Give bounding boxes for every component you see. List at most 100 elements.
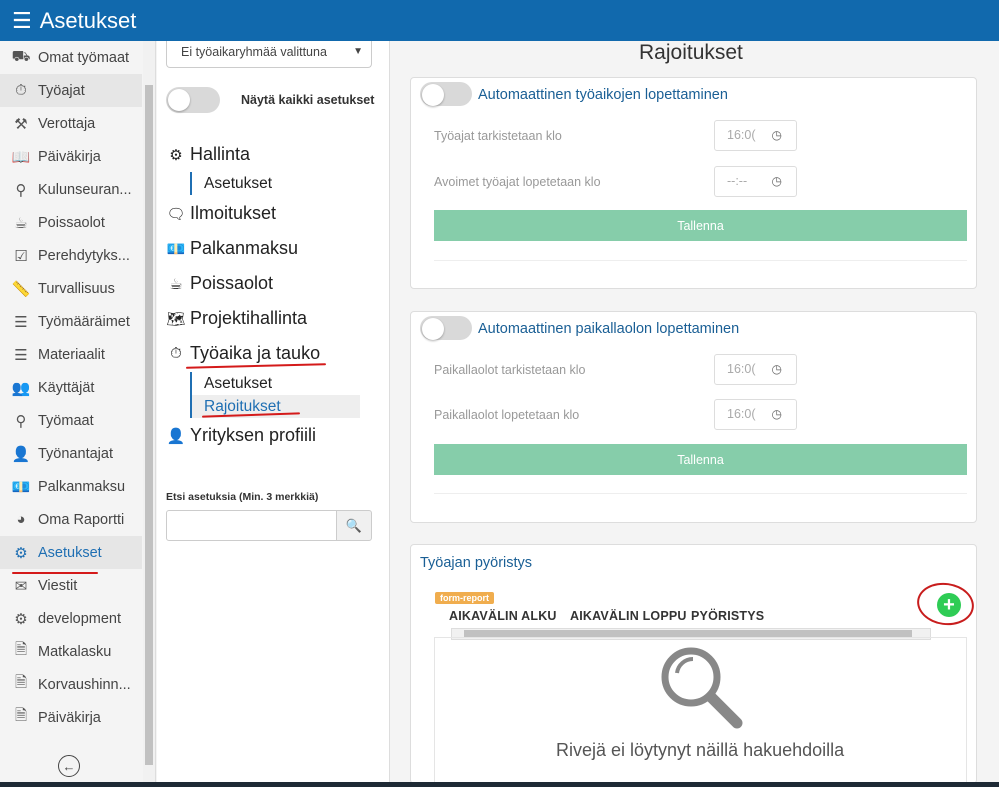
column-header[interactable]: PYÖRISTYS: [691, 609, 764, 623]
sidebar-item-11[interactable]: ⚲ Työmaat: [0, 404, 142, 437]
construction-icon: ⛟: [11, 48, 31, 65]
nav-group-label: Projektihallinta: [190, 308, 308, 328]
nav-group-palkanmaksu[interactable]: 💶 Palkanmaksu: [166, 238, 298, 259]
field-label: Avoimet työajat lopetetaan klo: [434, 175, 601, 189]
nav-group-label: Hallinta: [190, 144, 251, 164]
sidebar-item-label: Oma Raportti: [38, 511, 125, 528]
sidebar-item-3[interactable]: 📖 Päiväkirja: [0, 140, 142, 173]
divider: [434, 493, 967, 494]
user-icon: 👤: [166, 427, 186, 445]
list-icon: ☰: [14, 313, 28, 331]
sidebar-item-20[interactable]: 🗎 Päiväkirja: [0, 701, 142, 734]
nav-group-label: Yrityksen profiili: [190, 425, 317, 445]
sidebar-item-8[interactable]: ☰ Työmääräimet: [0, 305, 142, 338]
sidebar-item-label: Materiaalit: [38, 346, 105, 363]
pie-chart-icon: ◕: [16, 511, 26, 528]
nav-group-ilmoitukset[interactable]: 🗨 Ilmoitukset: [166, 203, 276, 224]
sidebar-item-5[interactable]: ☕ Poissaolot: [0, 206, 142, 239]
envelope-icon: ✉: [14, 577, 28, 595]
sidebar-item-label: Työmaat: [38, 412, 94, 429]
card-title: Automaattinen työaikojen lopettaminen: [478, 87, 728, 103]
column-header[interactable]: AIKAVÄLIN ALKU: [449, 609, 557, 623]
coffee-icon: ☕: [169, 275, 183, 293]
sidebar-item-17[interactable]: ⚙ development: [0, 602, 142, 635]
workgroup-select-value: Ei työaikaryhmää valittuna: [181, 45, 327, 59]
sidebar-item-2[interactable]: ⚒ Verottaja: [0, 107, 142, 140]
column-header[interactable]: AIKAVÄLIN LOPPU: [570, 609, 687, 623]
show-all-label: Näytä kaikki asetukset: [241, 93, 375, 107]
gear-icon: ⚙: [14, 610, 28, 628]
settings-nav: Ei työaikaryhmää valittuna ▼ Näytä kaikk…: [157, 41, 390, 782]
show-all-toggle[interactable]: [166, 87, 220, 113]
nav-group-yrityksen-profiili[interactable]: 👤 Yrityksen profiili: [166, 425, 316, 446]
nav-group-poissaolot[interactable]: ☕ Poissaolot: [166, 273, 273, 294]
sidebar-item-label: Matkalasku: [38, 643, 112, 660]
sidebar-item-label: Asetukset: [38, 544, 102, 561]
nav-group-label: Työaika ja tauko: [190, 343, 321, 363]
search-button[interactable]: 🔍: [336, 510, 372, 541]
nav-group-projektihallinta[interactable]: 🗺 Projektihallinta: [166, 308, 307, 329]
sidebar-item-label: Poissaolot: [38, 214, 105, 231]
stop-time-input[interactable]: --:-- ◷: [714, 166, 797, 197]
sidebar-item-1[interactable]: ⏱ Työajat: [0, 74, 142, 107]
sidebar-item-9[interactable]: ☰ Materiaalit: [0, 338, 142, 371]
sidebar-item-6[interactable]: ☑ Perehdytyks...: [0, 239, 142, 272]
sidebar-item-15[interactable]: ⚙ Asetukset: [0, 536, 142, 569]
auto-stop-presence-toggle[interactable]: [420, 316, 472, 340]
nav-group-label: Poissaolot: [190, 273, 274, 293]
sidebar-item-4[interactable]: ⚲ Kulunseuran...: [0, 173, 142, 206]
check-time-input[interactable]: 16:0( ◷: [714, 120, 797, 151]
sidebar-item-19[interactable]: 🗎 Korvaushinn...: [0, 668, 142, 701]
location-icon: ⚲: [15, 412, 27, 430]
message-icon: 🗨: [166, 205, 186, 223]
sidebar-scrollbar-thumb[interactable]: [145, 85, 153, 765]
save-button[interactable]: Tallenna: [434, 210, 967, 241]
workgroup-select[interactable]: Ei työaikaryhmää valittuna ▼: [166, 41, 372, 68]
clock-icon: ◷: [771, 174, 782, 188]
auto-stop-worktime-toggle[interactable]: [420, 82, 472, 106]
sidebar-item-label: Kulunseuran...: [38, 181, 132, 198]
time-value: 16:0(: [727, 362, 756, 376]
settings-search-input[interactable]: [166, 510, 337, 541]
subnav-item-asetukset[interactable]: Asetukset: [204, 372, 360, 395]
sidebar-item-label: Työajat: [38, 82, 85, 99]
sidebar-item-18[interactable]: 🗎 Matkalasku: [0, 635, 142, 668]
hamburger-icon[interactable]: ☰: [12, 9, 32, 32]
clock-icon: ◷: [771, 362, 782, 376]
card-auto-stop-worktime: Automaattinen työaikojen lopettaminen Ty…: [410, 77, 977, 289]
money-icon: 💶: [166, 240, 186, 258]
sidebar-list: ⛟ Omat työmaat ⏱ Työajat ⚒ Verottaja 📖 Päiväkir…: [0, 41, 155, 734]
field-label: Paikallaolot tarkistetaan klo: [434, 363, 586, 377]
book-icon: 📖: [11, 148, 31, 166]
arrow-left-circle-icon[interactable]: ←: [58, 755, 80, 777]
user-icon: 👤: [11, 445, 31, 463]
nav-group-hallinta[interactable]: ⚙ Hallinta: [166, 144, 250, 165]
document-icon: 🗎: [14, 674, 28, 691]
nav-group-label: Ilmoitukset: [190, 203, 277, 223]
page-title: Asetukset: [39, 7, 137, 33]
sidebar-item-label: Päiväkirja: [38, 709, 101, 726]
sidebar-item-label: Palkanmaksu: [38, 478, 126, 495]
field-label: Paikallaolot lopetetaan klo: [434, 408, 580, 422]
time-value: 16:0(: [727, 128, 756, 142]
check-time-input[interactable]: 16:0( ◷: [714, 354, 797, 385]
clock-icon: ◷: [771, 407, 782, 421]
nav-group-label: Palkanmaksu: [190, 238, 299, 258]
stopwatch-icon: ⏱: [15, 82, 27, 99]
sidebar-item-0[interactable]: ⛟ Omat työmaat: [0, 41, 142, 74]
sidebar-item-label: Omat työmaat: [38, 49, 130, 66]
sidebar-item-7[interactable]: 📏 Turvallisuus: [0, 272, 142, 305]
main-content: Rajoitukset Automaattinen työaikojen lop…: [391, 41, 999, 787]
subnav-item-asetukset[interactable]: Asetukset: [204, 172, 272, 195]
stop-time-input[interactable]: 16:0( ◷: [714, 399, 797, 430]
sidebar-item-13[interactable]: 💶 Palkanmaksu: [0, 470, 142, 503]
time-value: 16:0(: [727, 407, 756, 421]
sidebar-item-12[interactable]: 👤 Työnantajat: [0, 437, 142, 470]
document-icon: 🗎: [14, 641, 28, 658]
coffee-icon: ☕: [14, 214, 28, 232]
sidebar-item-14[interactable]: ◕ Oma Raportti: [0, 503, 142, 536]
document-icon: 🗎: [14, 707, 28, 724]
save-button[interactable]: Tallenna: [434, 444, 967, 475]
sidebar-item-10[interactable]: 👥 Käyttäjät: [0, 371, 142, 404]
nav-group-tyoaika-ja-tauko[interactable]: ⏱ Työaika ja tauko: [166, 343, 320, 364]
